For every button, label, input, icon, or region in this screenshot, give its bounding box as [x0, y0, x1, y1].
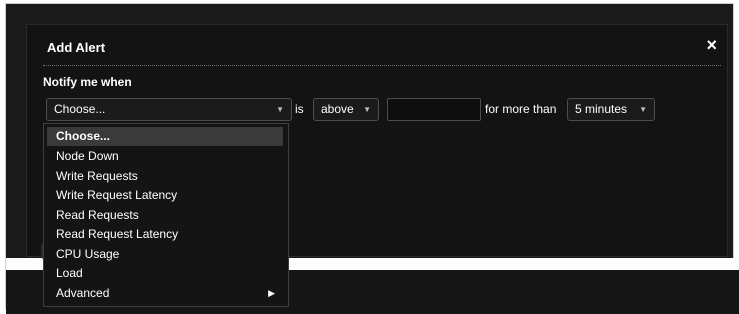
- metric-select[interactable]: Choose... ▼: [46, 98, 292, 121]
- dropdown-item-label: Load: [56, 266, 83, 280]
- dropdown-item-read-requests[interactable]: Read Requests: [47, 206, 283, 225]
- dialog-title: Add Alert: [47, 40, 106, 55]
- metric-select-value: Choose...: [54, 102, 106, 116]
- dropdown-item-label: Read Requests: [56, 208, 139, 222]
- dropdown-item-label: Choose...: [56, 129, 111, 143]
- dropdown-item-choose[interactable]: Choose...: [47, 127, 283, 146]
- dropdown-item-read-request-latency[interactable]: Read Request Latency: [47, 225, 283, 244]
- close-icon[interactable]: ×: [706, 36, 717, 54]
- dropdown-item-node-down[interactable]: Node Down: [47, 147, 283, 166]
- dropdown-item-label: Read Request Latency: [56, 227, 179, 241]
- operator-select-value: above: [321, 102, 354, 116]
- for-more-than-label: for more than: [485, 102, 557, 116]
- notify-me-when-label: Notify me when: [43, 75, 132, 89]
- chevron-down-icon: ▼: [276, 105, 284, 114]
- dropdown-item-label: CPU Usage: [56, 247, 120, 261]
- dropdown-item-load[interactable]: Load: [47, 264, 283, 283]
- title-divider: [43, 65, 721, 66]
- dropdown-item-cpu-usage[interactable]: CPU Usage: [47, 245, 283, 264]
- dropdown-item-label: Advanced: [56, 286, 110, 300]
- metric-dropdown-menu: Choose... Node Down Write Requests Write…: [43, 123, 289, 307]
- duration-select-value: 5 minutes: [575, 102, 628, 116]
- chevron-down-icon: ▼: [363, 105, 371, 114]
- chevron-right-icon: ▶: [268, 288, 275, 298]
- threshold-input[interactable]: [387, 98, 481, 121]
- dropdown-item-label: Write Request Latency: [56, 188, 178, 202]
- duration-select[interactable]: 5 minutes ▼: [567, 98, 655, 121]
- dropdown-item-advanced[interactable]: Advanced ▶: [47, 284, 283, 303]
- dropdown-item-write-requests[interactable]: Write Requests: [47, 167, 283, 186]
- operator-select[interactable]: above ▼: [313, 98, 379, 121]
- dropdown-item-label: Node Down: [56, 149, 119, 163]
- dropdown-item-write-request-latency[interactable]: Write Request Latency: [47, 186, 283, 205]
- app-frame: Add Alert × Notify me when Choose... ▼ i…: [5, 3, 739, 314]
- chevron-down-icon: ▼: [639, 105, 647, 114]
- dropdown-item-label: Write Requests: [56, 169, 138, 183]
- is-label: is: [295, 102, 304, 116]
